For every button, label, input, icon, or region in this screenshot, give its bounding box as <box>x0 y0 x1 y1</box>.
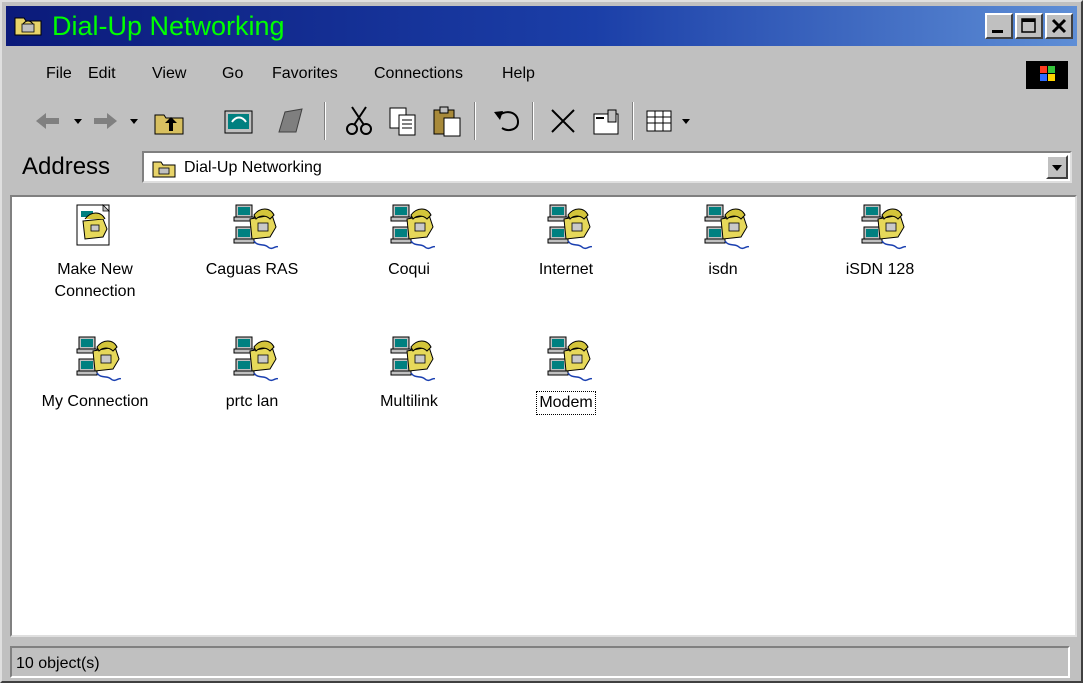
windows-logo-icon <box>1026 61 1068 89</box>
map-drive-icon[interactable] <box>222 104 256 138</box>
dialup-connection-icon <box>390 204 435 250</box>
toolbar-separator <box>532 102 534 140</box>
delete-icon[interactable] <box>546 104 580 138</box>
views-dropdown-icon[interactable] <box>680 104 692 138</box>
cut-icon[interactable] <box>342 104 376 138</box>
address-bar: Address Dial-Up Networking <box>12 147 1077 187</box>
file-view[interactable]: Make New Connection Caguas RAS Coqui Int… <box>10 195 1077 637</box>
views-icon[interactable] <box>644 104 674 138</box>
item-label: Make New Connection <box>54 261 136 300</box>
item-caguas-ras[interactable]: Caguas RAS <box>177 203 327 313</box>
item-label: Caguas RAS <box>205 261 299 278</box>
menu-bar: File Edit View Go Favorites Connections … <box>12 57 1077 91</box>
item-label: Modem <box>536 391 596 415</box>
item-label: Multilink <box>380 393 438 410</box>
undo-icon[interactable] <box>490 104 524 138</box>
menu-connections[interactable]: Connections <box>374 64 463 84</box>
address-label: Address <box>22 153 111 180</box>
item-label: Internet <box>538 261 594 278</box>
window: Dial-Up Networking File Edit View Go Fav… <box>0 0 1083 683</box>
maximize-icon <box>1021 18 1036 33</box>
menu-go[interactable]: Go <box>222 64 243 84</box>
dialup-connection-icon <box>233 336 278 382</box>
menu-file[interactable]: File <box>46 64 72 84</box>
properties-icon[interactable] <box>590 104 624 138</box>
item-coqui[interactable]: Coqui <box>334 203 484 313</box>
item-isdn-128[interactable]: iSDN 128 <box>805 203 955 313</box>
copy-icon[interactable] <box>386 104 420 138</box>
dialup-connection-icon <box>233 204 278 250</box>
address-field[interactable]: Dial-Up Networking <box>142 151 1072 183</box>
item-make-new-connection[interactable]: Make New Connection <box>20 203 170 313</box>
maximize-button[interactable] <box>1015 13 1043 39</box>
address-value: Dial-Up Networking <box>184 159 322 176</box>
item-label: Coqui <box>388 261 430 278</box>
back-arrow-icon[interactable] <box>32 104 62 138</box>
item-label: My Connection <box>41 393 149 410</box>
menu-view[interactable]: View <box>152 64 186 84</box>
dialup-connection-icon <box>547 336 592 382</box>
dialup-connection-icon <box>390 336 435 382</box>
menu-help[interactable]: Help <box>502 64 535 84</box>
item-label: iSDN 128 <box>845 261 915 278</box>
toolbar-separator <box>632 102 634 140</box>
minimize-button[interactable] <box>985 13 1013 39</box>
paste-icon[interactable] <box>430 104 464 138</box>
folder-phone-icon <box>14 17 42 36</box>
close-icon <box>1051 18 1067 34</box>
folder-phone-icon <box>152 161 176 178</box>
disconnect-drive-icon[interactable] <box>272 104 306 138</box>
item-multilink[interactable]: Multilink <box>334 335 484 445</box>
dialup-connection-icon <box>547 204 592 250</box>
item-modem[interactable]: Modem <box>491 335 641 445</box>
item-label: prtc lan <box>225 393 279 410</box>
toolbar <box>12 96 1077 146</box>
dialup-connection-icon <box>861 204 906 250</box>
minimize-icon <box>992 30 1003 33</box>
status-cell: 10 object(s) <box>10 646 1070 678</box>
make-new-connection-icon <box>76 204 110 246</box>
toolbar-separator <box>474 102 476 140</box>
close-button[interactable] <box>1045 13 1073 39</box>
dialup-connection-icon <box>704 204 749 250</box>
up-folder-icon[interactable] <box>152 104 186 138</box>
menu-favorites[interactable]: Favorites <box>272 64 338 84</box>
item-isdn[interactable]: isdn <box>648 203 798 313</box>
title-bar[interactable]: Dial-Up Networking <box>6 6 1077 46</box>
item-prtc-lan[interactable]: prtc lan <box>177 335 327 445</box>
toolbar-separator <box>324 102 326 140</box>
item-internet[interactable]: Internet <box>491 203 641 313</box>
back-dropdown-icon[interactable] <box>72 104 84 138</box>
status-text: 10 object(s) <box>16 655 100 672</box>
item-my-connection[interactable]: My Connection <box>20 335 170 445</box>
dialup-connection-icon <box>76 336 121 382</box>
status-bar: 10 object(s) <box>10 642 1077 681</box>
forward-dropdown-icon[interactable] <box>128 104 140 138</box>
address-dropdown-button[interactable] <box>1046 155 1068 179</box>
menu-edit[interactable]: Edit <box>88 64 116 84</box>
forward-arrow-icon[interactable] <box>90 104 120 138</box>
item-label: isdn <box>708 261 738 278</box>
window-title: Dial-Up Networking <box>52 11 285 41</box>
chevron-down-icon <box>1052 165 1062 171</box>
